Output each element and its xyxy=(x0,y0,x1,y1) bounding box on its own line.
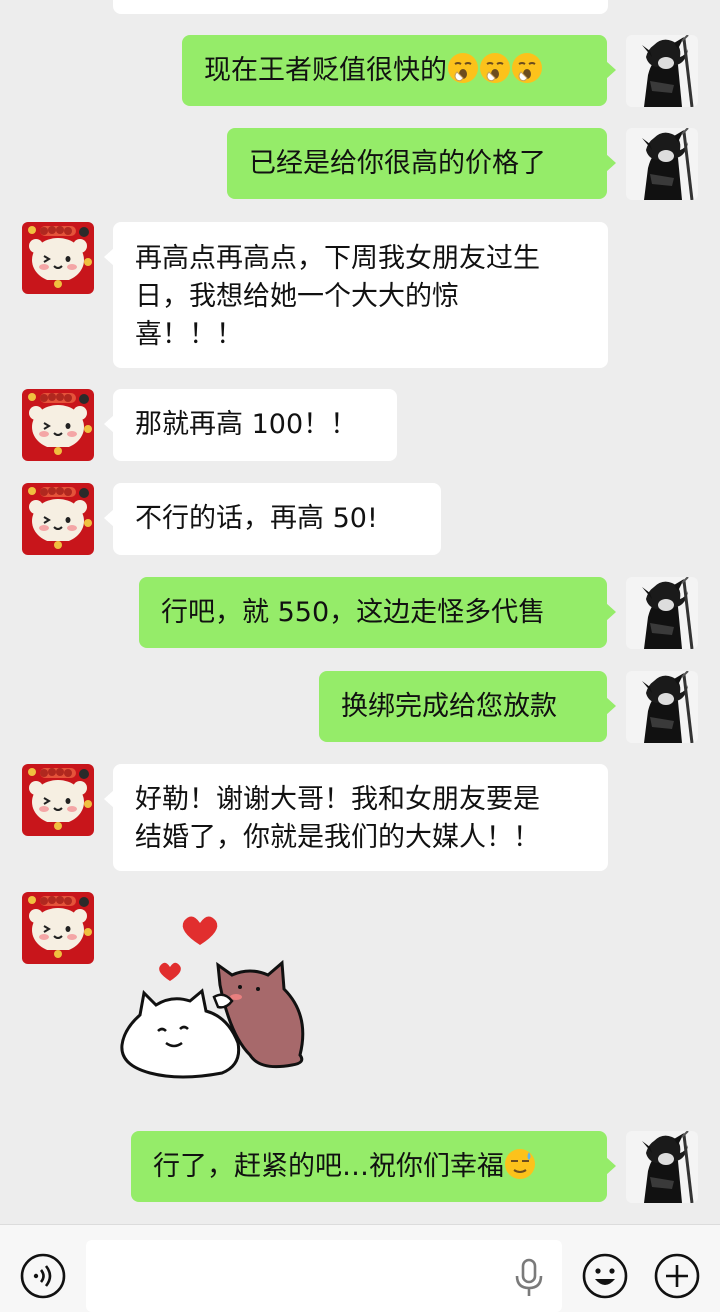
message-line: 日，我想给她一个大大的惊 xyxy=(135,281,459,312)
avatar[interactable] xyxy=(626,671,698,743)
cartoon-bear-avatar xyxy=(22,892,94,964)
emoji-icon[interactable] xyxy=(581,1252,629,1300)
message-bubble-right[interactable]: 行吧，就 550，这边走怪多代售 xyxy=(139,577,616,648)
message-bubble-left[interactable]: 好勒！谢谢大哥！我和女朋友要是 结婚了，你就是我们的大媒人！！ xyxy=(104,764,608,871)
message-bubble-left[interactable]: 不行的话，再高 50! xyxy=(104,483,441,555)
message-bubble-right[interactable]: 现在王者贬值很快的 xyxy=(182,35,616,106)
dark-anime-character-avatar xyxy=(626,577,698,649)
microphone-icon[interactable] xyxy=(512,1258,546,1298)
avatar[interactable] xyxy=(626,35,698,107)
avatar[interactable] xyxy=(626,128,698,200)
message-bubble-right[interactable]: 换绑完成给您放款 xyxy=(319,671,616,742)
message-line: 再高点再高点，下周我女朋友过生 xyxy=(135,243,540,274)
chat-history[interactable]: 现在王者贬值很快的 已经是给你很高的价格了 再高点再高点，下周我女朋友过生 日，… xyxy=(0,0,720,1224)
avatar[interactable] xyxy=(22,222,94,294)
cartoon-bear-avatar xyxy=(22,389,94,461)
avatar[interactable] xyxy=(22,389,94,461)
yawning-face-icon xyxy=(511,52,543,84)
cat-couple-hearts-sticker[interactable] xyxy=(110,905,330,1090)
message-line: 结婚了，你就是我们的大媒人！！ xyxy=(135,822,540,853)
chat-input-bar xyxy=(0,1224,720,1312)
avatar[interactable] xyxy=(626,1131,698,1203)
dark-anime-character-avatar xyxy=(626,35,698,107)
avatar[interactable] xyxy=(22,483,94,555)
message-line: 好勒！谢谢大哥！我和女朋友要是 xyxy=(135,784,540,815)
dark-anime-character-avatar xyxy=(626,1131,698,1203)
yawning-face-icon xyxy=(479,52,511,84)
message-bubble-left[interactable]: 再高点再高点，下周我女朋友过生 日，我想给她一个大大的惊 喜！！！ xyxy=(104,222,608,368)
cartoon-bear-avatar xyxy=(22,483,94,555)
message-input[interactable] xyxy=(86,1240,562,1312)
plus-icon[interactable] xyxy=(653,1252,701,1300)
message-bubble-right[interactable]: 行了，赶紧的吧…祝你们幸福 xyxy=(131,1131,616,1202)
avatar[interactable] xyxy=(22,764,94,836)
voice-mode-icon[interactable] xyxy=(19,1252,67,1300)
cartoon-bear-avatar xyxy=(22,222,94,294)
message-bubble-left[interactable]: 那就再高 100！！ xyxy=(104,389,397,461)
yawning-face-icon xyxy=(447,52,479,84)
avatar[interactable] xyxy=(626,577,698,649)
cartoon-bear-avatar xyxy=(22,764,94,836)
message-bubble-right[interactable]: 已经是给你很高的价格了 xyxy=(227,128,616,199)
previous-message-bubble xyxy=(113,0,608,14)
avatar[interactable] xyxy=(22,892,94,964)
sweat-smile-face-icon xyxy=(504,1148,536,1180)
message-line: 喜！！！ xyxy=(135,319,243,350)
dark-anime-character-avatar xyxy=(626,128,698,200)
dark-anime-character-avatar xyxy=(626,671,698,743)
